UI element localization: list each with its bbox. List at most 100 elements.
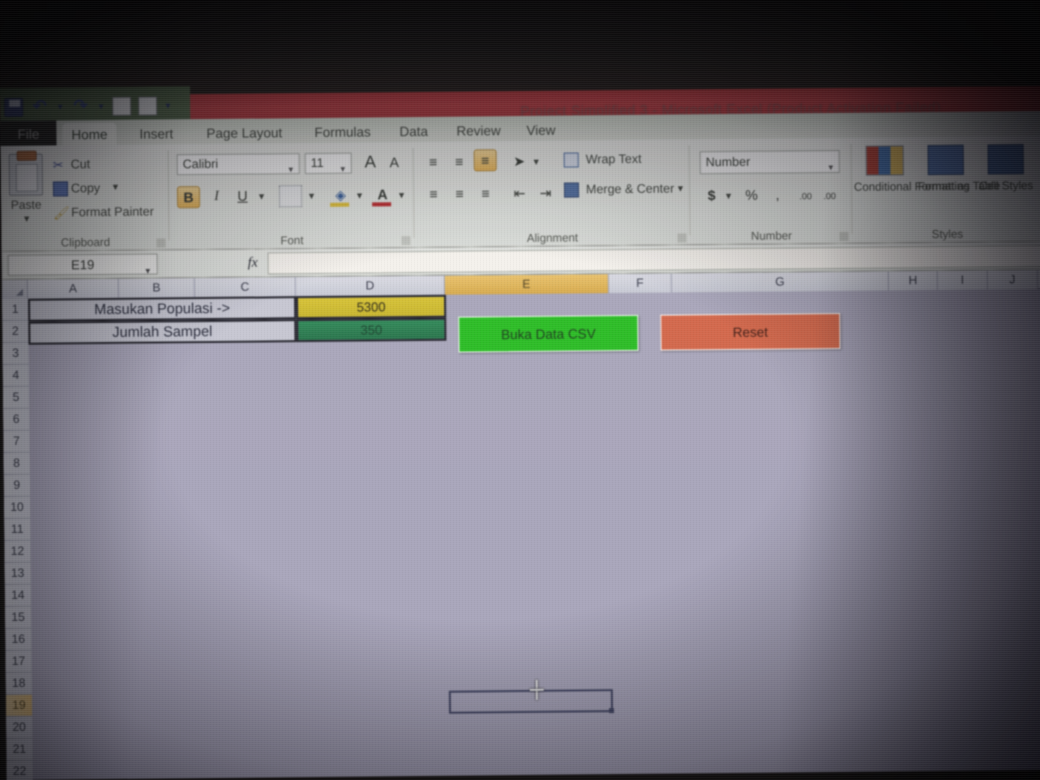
column-header-b[interactable]: B (118, 278, 196, 298)
column-header-j[interactable]: J (987, 270, 1038, 290)
wrap-text-button[interactable]: Wrap Text (586, 152, 642, 167)
row-header-15[interactable]: 15 (4, 606, 32, 629)
row-header-19[interactable]: 19 (5, 694, 33, 717)
font-size-caret[interactable]: ▼ (339, 160, 347, 179)
new-document-icon[interactable] (111, 96, 132, 116)
row-header-9[interactable]: 9 (3, 474, 30, 497)
formula-input[interactable] (267, 244, 1040, 275)
font-color-caret[interactable]: ▼ (397, 190, 406, 200)
tab-formulas[interactable]: Formulas (305, 120, 379, 145)
qat-customize-caret[interactable]: ▼ (164, 101, 172, 110)
merge-center-button[interactable]: Merge & Center (586, 182, 674, 197)
copy-dropdown-caret[interactable]: ▼ (111, 182, 120, 192)
number-format-select[interactable]: Number ▼ (699, 149, 840, 175)
row-header-17[interactable]: 17 (5, 650, 32, 673)
row-header-1[interactable]: 1 (2, 298, 29, 321)
increase-indent-icon[interactable]: ⇥ (534, 183, 557, 205)
font-color-swatch[interactable] (372, 202, 392, 207)
decrease-decimal-icon[interactable]: .00 (818, 186, 841, 208)
cut-button[interactable]: Cut (71, 157, 91, 171)
percent-icon[interactable]: % (740, 185, 763, 207)
comma-style-icon[interactable]: , (766, 184, 789, 206)
column-header-e[interactable]: E (444, 274, 609, 295)
tab-review[interactable]: Review (447, 119, 509, 144)
cell-styles-icon[interactable] (987, 144, 1024, 175)
align-bottom-icon[interactable]: ≡ (473, 149, 497, 172)
conditional-formatting-button[interactable]: Conditional Formatting (854, 181, 970, 195)
column-header-h[interactable]: H (888, 271, 938, 291)
currency-icon[interactable]: $ (700, 185, 723, 207)
align-right-icon[interactable]: ≡ (474, 183, 497, 205)
font-size-input[interactable]: 11 ▼ (304, 152, 352, 175)
align-center-icon[interactable]: ≡ (448, 183, 471, 205)
row-header-10[interactable]: 10 (3, 496, 31, 519)
underline-button[interactable]: U (231, 186, 254, 208)
number-format-caret[interactable]: ▼ (827, 157, 835, 178)
row-header-6[interactable]: 6 (3, 408, 30, 431)
format-as-table-icon[interactable] (927, 144, 964, 176)
format-painter-button[interactable]: Format Painter (71, 205, 154, 220)
alignment-dialog-launcher[interactable] (677, 233, 687, 243)
row-header-22[interactable]: 22 (6, 760, 33, 780)
bold-button[interactable]: B (176, 186, 201, 209)
grow-font-icon[interactable]: A (359, 151, 382, 173)
shrink-font-icon[interactable]: A (383, 152, 406, 174)
cell-d2-sample-value[interactable]: 350 (296, 317, 447, 343)
tab-file[interactable]: File (0, 120, 57, 148)
decrease-indent-icon[interactable]: ⇤ (508, 183, 531, 205)
tab-data[interactable]: Data (390, 120, 437, 144)
fill-color-caret[interactable]: ▼ (355, 191, 364, 201)
reset-button[interactable]: Reset (660, 312, 841, 351)
column-header-c[interactable]: C (194, 277, 297, 298)
tab-view[interactable]: View (517, 119, 564, 143)
select-all-corner[interactable] (1, 279, 29, 299)
row-header-16[interactable]: 16 (5, 628, 32, 651)
column-header-a[interactable]: A (27, 278, 120, 299)
align-left-icon[interactable]: ≡ (422, 184, 445, 206)
paste-icon[interactable] (8, 153, 44, 196)
row-header-5[interactable]: 5 (2, 386, 30, 409)
cell-a1-merged[interactable]: Masukan Populasi -> (28, 296, 297, 322)
paste-button[interactable]: Paste (3, 198, 49, 212)
font-name-caret[interactable]: ▼ (287, 160, 295, 179)
cell-a2-merged[interactable]: Jumlah Sampel (28, 319, 297, 345)
row-header-18[interactable]: 18 (5, 672, 32, 695)
tab-insert[interactable]: Insert (130, 122, 182, 146)
row-header-21[interactable]: 21 (6, 738, 33, 761)
fill-color-swatch[interactable] (330, 202, 350, 207)
clipboard-dialog-launcher[interactable] (156, 238, 166, 248)
copy-button[interactable]: Copy (71, 181, 100, 195)
row-header-13[interactable]: 13 (4, 562, 31, 585)
italic-button[interactable]: I (205, 186, 228, 208)
currency-caret[interactable]: ▼ (724, 191, 733, 201)
row-header-20[interactable]: 20 (6, 716, 33, 739)
column-header-f[interactable]: F (608, 273, 672, 294)
conditional-formatting-icon[interactable] (865, 145, 904, 176)
underline-caret[interactable]: ▼ (257, 191, 266, 201)
column-header-d[interactable]: D (295, 275, 446, 297)
row-header-3[interactable]: 3 (2, 342, 29, 365)
row-header-14[interactable]: 14 (4, 584, 31, 607)
cell-styles-button[interactable]: Cell Styles (978, 180, 1034, 194)
name-box[interactable]: E19 ▼ (7, 253, 158, 276)
redo-icon[interactable]: ↷ (71, 96, 90, 116)
save-icon[interactable] (4, 97, 24, 117)
redo-dropdown-caret[interactable]: ▼ (97, 101, 105, 110)
tab-home[interactable]: Home (62, 122, 117, 148)
column-header-i[interactable]: I (937, 270, 988, 291)
orientation-icon[interactable]: ➤ (508, 151, 531, 173)
row-header-2[interactable]: 2 (2, 320, 29, 343)
borders-icon[interactable] (278, 185, 303, 208)
undo-dropdown-caret[interactable]: ▼ (56, 102, 64, 111)
align-top-icon[interactable]: ≡ (422, 152, 445, 174)
row-header-4[interactable]: 4 (2, 364, 29, 387)
format-as-table-button[interactable]: Format as Table (918, 180, 1000, 195)
orientation-caret[interactable]: ▼ (532, 157, 541, 167)
insert-function-icon[interactable]: fx (248, 256, 258, 272)
undo-icon[interactable]: ↶ (30, 96, 49, 116)
borders-caret[interactable]: ▼ (307, 191, 316, 201)
increase-decimal-icon[interactable]: .00 (794, 186, 817, 208)
number-dialog-launcher[interactable] (839, 231, 849, 241)
align-middle-icon[interactable]: ≡ (448, 151, 471, 173)
row-header-11[interactable]: 11 (4, 518, 31, 541)
